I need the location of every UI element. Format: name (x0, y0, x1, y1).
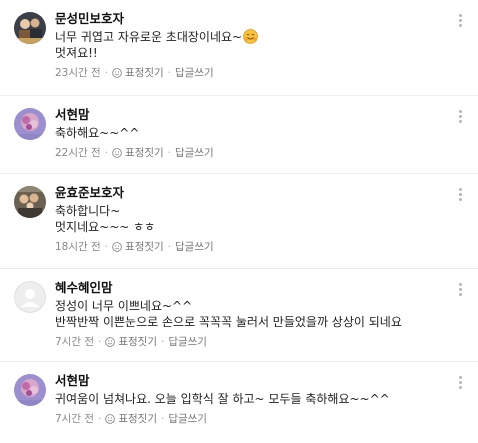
comment-author[interactable]: 서현맘 (55, 107, 448, 125)
smile-icon (112, 68, 122, 78)
comment-meta: 23시간 전 · 표정짓기 · 답글쓰기 (55, 66, 448, 80)
smile-icon (112, 148, 122, 158)
emoji-reaction-button[interactable]: 표정짓기 (112, 66, 164, 80)
comment-author[interactable]: 윤효준보호자 (55, 185, 448, 203)
comment-text: 반짝반짝 이쁜눈으로 손으로 꼭꼭꼭 눌러서 만들었을까 상상이 되네요 (55, 315, 402, 329)
separator: · (167, 241, 172, 253)
more-vertical-icon[interactable] (458, 283, 464, 299)
comment-time: 23시간 전 (55, 67, 101, 79)
comment-time: 7시간 전 (55, 413, 94, 425)
emoji-reaction-button[interactable]: 표정짓기 (112, 240, 164, 254)
smile-icon (105, 414, 116, 424)
more-vertical-icon[interactable] (458, 14, 464, 30)
more-vertical-icon[interactable] (458, 188, 464, 204)
comment-text: 축하합니다~ (55, 204, 121, 218)
separator: · (167, 147, 172, 159)
comment-author[interactable]: 혜수혜인맘 (55, 280, 448, 298)
comment-item: 윤효준보호자 축하합니다~ 멋지네요~~~ ㅎㅎ 18시간 전 · 표정짓기 ·… (0, 174, 478, 269)
comment-body: 문성민보호자 너무 귀엽고 자유로운 초대장이네요~ 멋져요!! 23시간 전 … (55, 11, 448, 80)
reply-button[interactable]: 답글쓰기 (175, 146, 214, 160)
comment-item: 혜수혜인맘 정성이 너무 이쁘네요~^^ 반짝반짝 이쁜눈으로 손으로 꼭꼭꼭 … (0, 269, 478, 362)
separator: · (160, 336, 165, 348)
comment-text: 귀여움이 넘쳐나요. 오늘 입학식 잘 하고~ 모두들 축하해요~~^^ (55, 392, 390, 406)
emoji-reaction-button[interactable]: 표정짓기 (112, 146, 164, 160)
separator: · (167, 67, 172, 79)
reply-button[interactable]: 답글쓰기 (175, 240, 214, 254)
more-vertical-icon[interactable] (458, 376, 464, 392)
emoji-reaction-label: 표정짓기 (125, 147, 164, 159)
smile-icon (105, 337, 116, 347)
smiling-face-emoji-icon (243, 29, 259, 44)
comment-author[interactable]: 문성민보호자 (55, 11, 448, 29)
avatar[interactable] (14, 374, 46, 406)
comment-item: 서현맘 축하해요~~^^ 22시간 전 · 표정짓기 · 답글쓰기 (0, 96, 478, 174)
emoji-reaction-label: 표정짓기 (118, 413, 157, 425)
comment-item: 서현맘 귀여움이 넘쳐나요. 오늘 입학식 잘 하고~ 모두들 축하해요~~^^… (0, 362, 478, 443)
emoji-reaction-button[interactable]: 표정짓기 (105, 412, 157, 426)
emoji-reaction-button[interactable]: 표정짓기 (105, 335, 157, 349)
separator: · (98, 413, 102, 425)
smile-icon (112, 242, 122, 252)
comment-body: 혜수혜인맘 정성이 너무 이쁘네요~^^ 반짝반짝 이쁜눈으로 손으로 꼭꼭꼭 … (55, 280, 448, 349)
avatar[interactable] (14, 281, 46, 313)
comment-text: 멋지네요~~~ ㅎㅎ (55, 220, 156, 234)
separator: · (104, 241, 109, 253)
more-vertical-icon[interactable] (458, 110, 464, 126)
comment-time: 22시간 전 (55, 147, 101, 159)
avatar[interactable] (14, 108, 46, 140)
comment-body: 서현맘 귀여움이 넘쳐나요. 오늘 입학식 잘 하고~ 모두들 축하해요~~^^… (55, 373, 448, 426)
emoji-reaction-label: 표정짓기 (118, 336, 157, 348)
separator: · (160, 413, 165, 425)
comment-meta: 22시간 전 · 표정짓기 · 답글쓰기 (55, 146, 448, 160)
emoji-reaction-label: 표정짓기 (125, 241, 164, 253)
comment-list: 문성민보호자 너무 귀엽고 자유로운 초대장이네요~ 멋져요!! 23시간 전 … (0, 0, 478, 443)
avatar[interactable] (14, 186, 46, 218)
comment-text: 정성이 너무 이쁘네요~^^ (55, 299, 193, 313)
comment-body: 윤효준보호자 축하합니다~ 멋지네요~~~ ㅎㅎ 18시간 전 · 표정짓기 ·… (55, 185, 448, 254)
reply-button[interactable]: 답글쓰기 (168, 335, 207, 349)
comment-text: 축하해요~~^^ (55, 126, 140, 140)
comment-time: 18시간 전 (55, 241, 101, 253)
comment-author[interactable]: 서현맘 (55, 373, 448, 391)
avatar[interactable] (14, 12, 46, 44)
comment-text: 멋져요!! (55, 46, 98, 60)
comment-time: 7시간 전 (55, 336, 94, 348)
reply-button[interactable]: 답글쓰기 (175, 66, 214, 80)
comment-meta: 18시간 전 · 표정짓기 · 답글쓰기 (55, 240, 448, 254)
separator: · (98, 336, 102, 348)
comment-meta: 7시간 전 · 표정짓기 · 답글쓰기 (55, 412, 448, 426)
comment-meta: 7시간 전 · 표정짓기 · 답글쓰기 (55, 335, 448, 349)
separator: · (104, 147, 109, 159)
comment-body: 서현맘 축하해요~~^^ 22시간 전 · 표정짓기 · 답글쓰기 (55, 107, 448, 160)
separator: · (104, 67, 109, 79)
reply-button[interactable]: 답글쓰기 (168, 412, 207, 426)
comment-text: 너무 귀엽고 자유로운 초대장이네요~ (55, 29, 448, 45)
comment-item: 문성민보호자 너무 귀엽고 자유로운 초대장이네요~ 멋져요!! 23시간 전 … (0, 0, 478, 96)
emoji-reaction-label: 표정짓기 (125, 67, 164, 79)
